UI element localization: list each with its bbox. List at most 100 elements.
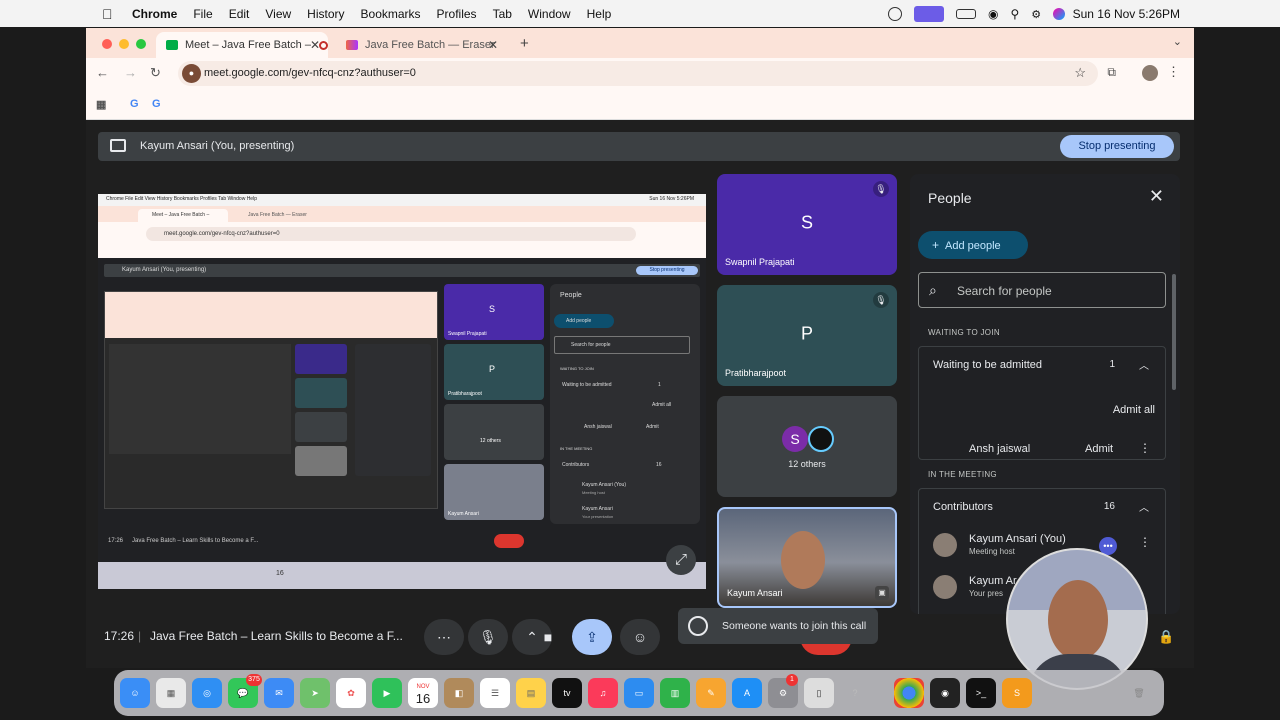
minimize-window-button[interactable] [119, 39, 129, 49]
tile-options-icon[interactable]: ▣ [875, 586, 889, 600]
siri-icon[interactable] [1053, 8, 1066, 20]
google-bookmark-icon[interactable]: G [130, 98, 139, 110]
trash-icon[interactable]: 🗑 [1124, 678, 1154, 708]
tab-meet[interactable]: Meet – Java Free Batch – ✕ [156, 32, 328, 58]
control-center-icon[interactable] [888, 7, 902, 21]
maps-icon[interactable]: ➤ [300, 678, 330, 708]
notes-icon[interactable]: ▤ [516, 678, 546, 708]
tab-search-chevron-icon[interactable]: ⌄ [1173, 35, 1182, 48]
numbers-icon[interactable]: ▥ [660, 678, 690, 708]
menu-app-chrome[interactable]: Chrome [132, 7, 177, 21]
host-controls-icon[interactable]: 🔒 [1158, 629, 1174, 645]
emoji-button[interactable]: ☺ [620, 619, 660, 655]
reload-icon[interactable]: ↻ [150, 65, 161, 81]
safari-icon[interactable]: ◎ [192, 678, 222, 708]
menu-view[interactable]: View [265, 7, 291, 21]
tile-swapnil[interactable]: S 🎙 Swapnil Prajapati [717, 174, 897, 275]
sublime-icon[interactable]: S [1002, 678, 1032, 708]
back-icon[interactable]: ← [96, 65, 109, 80]
address-bar[interactable]: ● meet.google.com/gev-nfcq-cnz?authuser=… [178, 61, 1098, 86]
chrome-icon[interactable] [894, 678, 924, 708]
tile-others[interactable]: S 12 others [717, 396, 897, 497]
url-text[interactable]: meet.google.com/gev-nfcq-cnz?authuser=0 [204, 67, 416, 79]
tile-kayum[interactable]: Kayum Ansari ▣ [717, 507, 897, 608]
zoom-window-button[interactable] [136, 39, 146, 49]
obs-icon[interactable]: ◉ [930, 678, 960, 708]
present-button[interactable]: ⇪ [572, 619, 612, 655]
people-scrollbar[interactable] [1172, 274, 1176, 390]
contacts-icon[interactable]: ◧ [444, 678, 474, 708]
music-icon[interactable]: ♫ [588, 678, 618, 708]
menu-history[interactable]: History [307, 7, 344, 21]
tab-eraser[interactable]: Java Free Batch — Eraser ✕ [336, 32, 506, 58]
microphone-button[interactable]: 🎙 [468, 619, 508, 655]
add-person-icon: + [932, 238, 940, 252]
menu-bookmarks[interactable]: Bookmarks [361, 7, 421, 21]
menu-window[interactable]: Window [528, 7, 571, 21]
admit-all-button[interactable]: Admit all [1113, 404, 1155, 416]
spotlight-icon[interactable]: ⚲ [1010, 7, 1019, 21]
terminal-icon[interactable]: >_ [966, 678, 996, 708]
camera-button[interactable]: ■ [528, 619, 568, 655]
others-count: 12 others [788, 459, 826, 469]
help-icon[interactable]: ? [840, 678, 870, 708]
chevron-up-icon[interactable]: ︿ [1139, 357, 1149, 372]
shared-screen-tile[interactable]: Chrome File Edit View History Bookmarks … [98, 194, 706, 589]
stop-presenting-button[interactable]: Stop presenting [1060, 135, 1174, 158]
menu-tab[interactable]: Tab [493, 7, 512, 21]
close-tab-icon[interactable]: ✕ [488, 38, 498, 52]
app-store-icon[interactable]: A [732, 678, 762, 708]
facetime-icon[interactable]: ▶ [372, 678, 402, 708]
google-bookmark-icon[interactable]: G [152, 98, 161, 110]
avatar [808, 426, 834, 452]
menu-file[interactable]: File [193, 7, 212, 21]
bookmark-star-icon[interactable]: ☆ [1074, 65, 1086, 81]
mini-contributors-count: 16 [656, 462, 662, 468]
more-actions-button[interactable]: ⋯ [424, 619, 464, 655]
mini-tile-swapnil: S Swapnil Prajapati [444, 284, 544, 340]
screen-share-icon[interactable] [914, 6, 944, 22]
more-options-icon[interactable]: ⋮ [1139, 441, 1151, 455]
chevron-up-icon[interactable]: ︿ [1139, 499, 1149, 514]
new-tab-icon[interactable]: + [520, 35, 529, 52]
menu-help[interactable]: Help [587, 7, 612, 21]
forward-icon[interactable]: → [124, 65, 137, 80]
menu-edit[interactable]: Edit [229, 7, 250, 21]
wifi-icon[interactable]: ◉ [988, 7, 998, 21]
apps-grid-icon[interactable]: ▦ [96, 98, 106, 111]
add-people-button[interactable]: + Add people [918, 231, 1028, 259]
launchpad-icon[interactable]: ▦ [156, 678, 186, 708]
mail-icon[interactable]: ✉ [264, 678, 294, 708]
pages-icon[interactable]: ✎ [696, 678, 726, 708]
keynote-icon[interactable]: ▭ [624, 678, 654, 708]
expand-icon[interactable]: ⤢ [666, 545, 696, 575]
apple-tv-icon[interactable]: tv [552, 678, 582, 708]
close-icon[interactable]: ✕ [1149, 186, 1164, 207]
contributors-label[interactable]: Contributors [933, 501, 993, 513]
photos-icon[interactable]: ✿ [336, 678, 366, 708]
waiting-group-label[interactable]: Waiting to be admitted [933, 359, 1042, 371]
extensions-icon[interactable]: ⧉ [1107, 65, 1116, 80]
browser-menu-icon[interactable]: ⋮ [1167, 64, 1180, 80]
calendar-icon[interactable]: NOV 16 [408, 678, 438, 708]
menubar-clock[interactable]: Sun 16 Nov 5:26PM [1073, 7, 1180, 21]
reminders-icon[interactable]: ☰ [480, 678, 510, 708]
messages-badge: 375 [246, 674, 262, 686]
join-request-toast[interactable]: Someone wants to join this call [678, 608, 878, 644]
toggles-icon[interactable]: ⚙ [1031, 8, 1041, 21]
menu-profiles[interactable]: Profiles [437, 7, 477, 21]
mini-controls: 17:26 Java Free Batch – Learn Skills to … [104, 530, 700, 554]
tile-pratibha[interactable]: P 🎙 Pratibharajpoot [717, 285, 897, 386]
iphone-mirroring-icon[interactable]: ▯ [804, 678, 834, 708]
admit-button[interactable]: Admit [1085, 443, 1113, 455]
battery-icon [956, 9, 976, 19]
search-people-input[interactable]: ⌕ Search for people [918, 272, 1166, 308]
close-window-button[interactable] [102, 39, 112, 49]
apple-menu-icon[interactable]:  [102, 6, 116, 22]
finder-icon[interactable]: ☺ [120, 678, 150, 708]
site-camera-icon[interactable]: ● [182, 64, 201, 83]
profile-avatar[interactable] [1142, 65, 1158, 81]
more-options-icon[interactable]: ⋮ [1139, 535, 1151, 549]
mini-host-role: Meeting host [582, 490, 605, 495]
close-tab-icon[interactable]: ✕ [310, 38, 320, 52]
